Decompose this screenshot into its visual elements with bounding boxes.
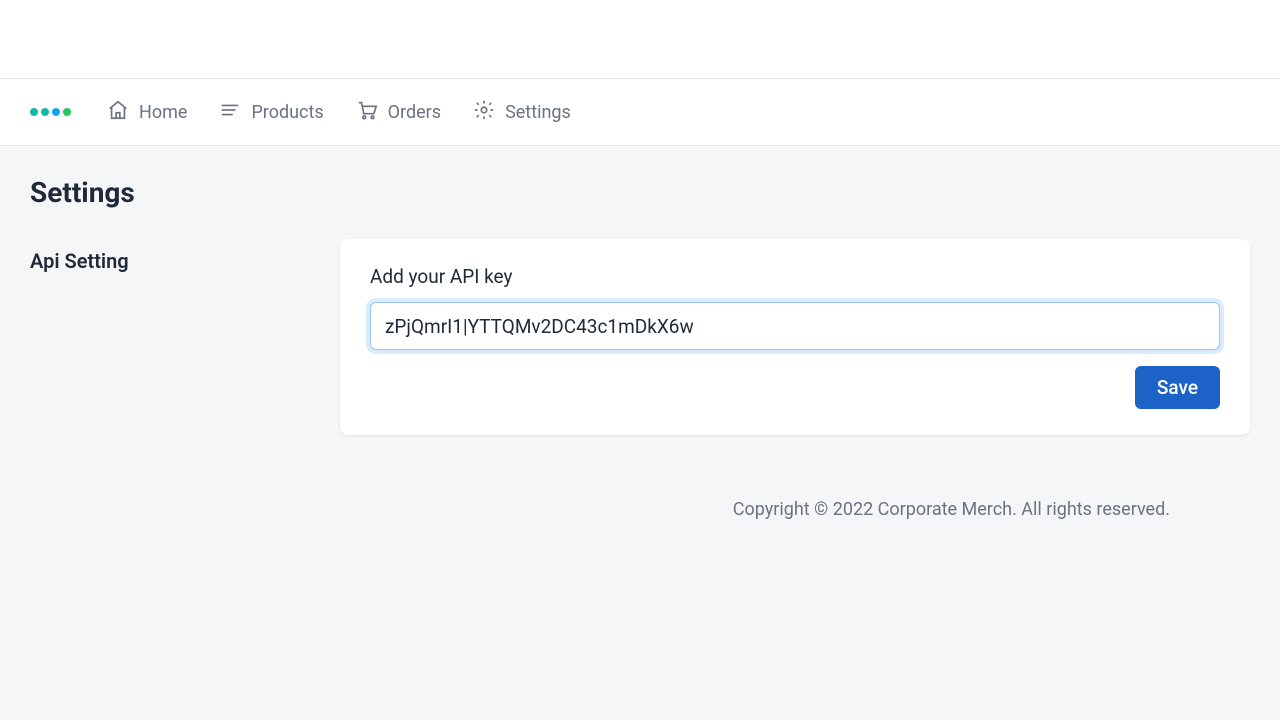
logo-dot bbox=[41, 108, 49, 116]
copyright-text: Copyright © 2022 Corporate Merch. All ri… bbox=[733, 499, 1170, 520]
nav-label: Products bbox=[251, 102, 323, 123]
nav-label: Settings bbox=[505, 102, 571, 123]
logo[interactable] bbox=[30, 108, 71, 116]
card-actions: Save bbox=[370, 366, 1220, 409]
home-icon bbox=[107, 99, 129, 126]
gear-icon bbox=[473, 99, 495, 126]
logo-dot bbox=[30, 108, 38, 116]
page-title: Settings bbox=[30, 176, 1250, 209]
content-area: Settings Api Setting Add your API key Sa… bbox=[0, 146, 1280, 550]
nav-products[interactable]: Products bbox=[219, 99, 323, 126]
cart-icon bbox=[356, 99, 378, 126]
api-settings-card: Add your API key Save bbox=[340, 239, 1250, 435]
nav-orders[interactable]: Orders bbox=[356, 99, 441, 126]
main-nav: Home Products Orders Settings bbox=[0, 78, 1280, 146]
logo-dot bbox=[52, 108, 60, 116]
api-key-label: Add your API key bbox=[370, 265, 1220, 288]
api-key-input[interactable] bbox=[370, 302, 1220, 350]
section-label: Api Setting bbox=[30, 239, 340, 273]
top-spacer bbox=[0, 0, 1280, 78]
nav-settings[interactable]: Settings bbox=[473, 99, 571, 126]
footer: Copyright © 2022 Corporate Merch. All ri… bbox=[30, 499, 1250, 520]
list-icon bbox=[219, 99, 241, 126]
nav-home[interactable]: Home bbox=[107, 99, 187, 126]
nav-label: Home bbox=[139, 102, 187, 123]
nav-label: Orders bbox=[388, 102, 441, 123]
settings-row: Api Setting Add your API key Save bbox=[30, 239, 1250, 435]
logo-dot bbox=[63, 108, 71, 116]
save-button[interactable]: Save bbox=[1135, 366, 1220, 409]
